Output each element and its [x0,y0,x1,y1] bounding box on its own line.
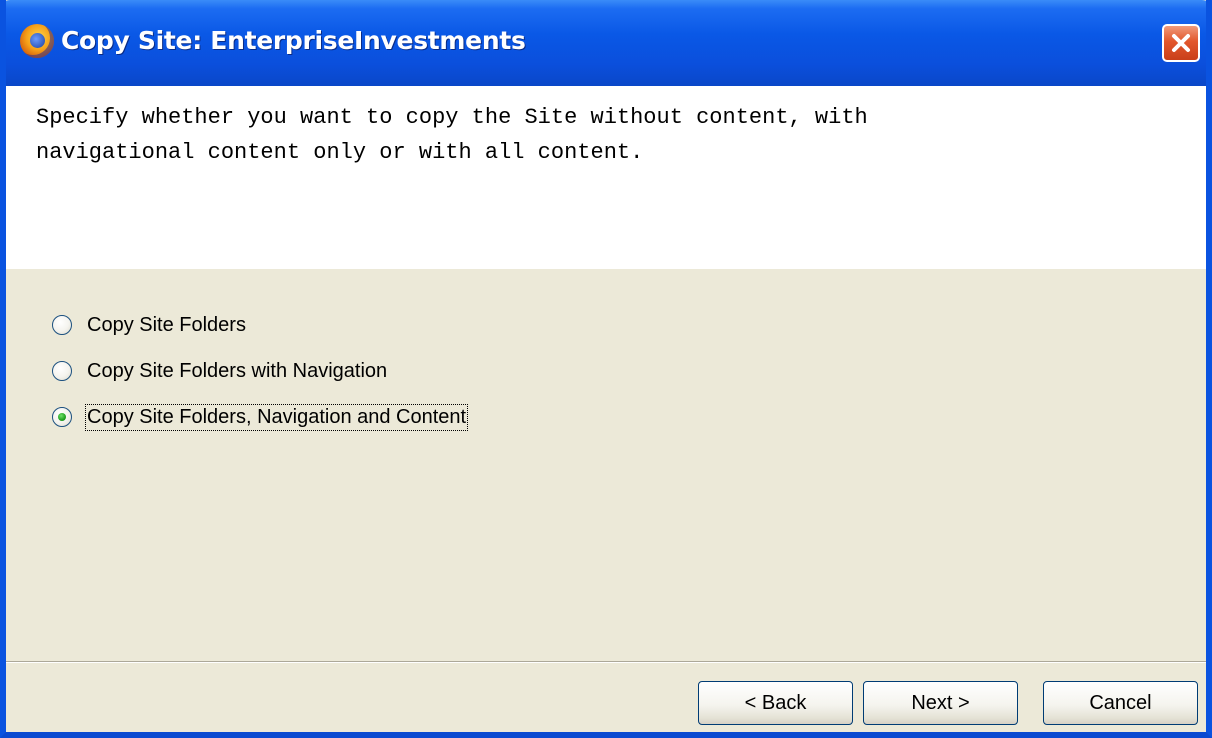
radio-copy-site-folders[interactable] [52,315,72,335]
close-button[interactable] [1162,24,1200,62]
back-button[interactable]: < Back [698,681,853,725]
instructions-line-2: navigational content only or with all co… [36,140,644,165]
window-title: Copy Site: EnterpriseInvestments [61,26,526,55]
option-copy-site-folders-with-navigation[interactable]: Copy Site Folders with Navigation [52,349,467,393]
next-button[interactable]: Next > [863,681,1018,725]
radio-copy-site-folders-navigation-content[interactable] [52,407,72,427]
instructions-panel: Specify whether you want to copy the Sit… [6,86,1206,269]
instructions-line-1: Specify whether you want to copy the Sit… [36,105,868,130]
cancel-button[interactable]: Cancel [1043,681,1198,725]
option-copy-site-folders[interactable]: Copy Site Folders [52,303,467,347]
copy-site-dialog: Copy Site: EnterpriseInvestments Specify… [0,0,1212,738]
option-label[interactable]: Copy Site Folders with Navigation [86,359,388,384]
option-copy-site-folders-navigation-content[interactable]: Copy Site Folders, Navigation and Conten… [52,395,469,439]
close-icon [1172,34,1190,52]
browser-globe-icon [20,24,54,58]
instructions-text: Specify whether you want to copy the Sit… [36,100,1136,170]
footer-divider [6,661,1206,663]
option-label[interactable]: Copy Site Folders [86,313,247,338]
copy-options-group: Copy Site Folders Copy Site Folders with… [52,303,469,441]
radio-copy-site-folders-with-navigation[interactable] [52,361,72,381]
option-label[interactable]: Copy Site Folders, Navigation and Conten… [84,403,469,431]
title-bar[interactable]: Copy Site: EnterpriseInvestments [6,0,1206,86]
